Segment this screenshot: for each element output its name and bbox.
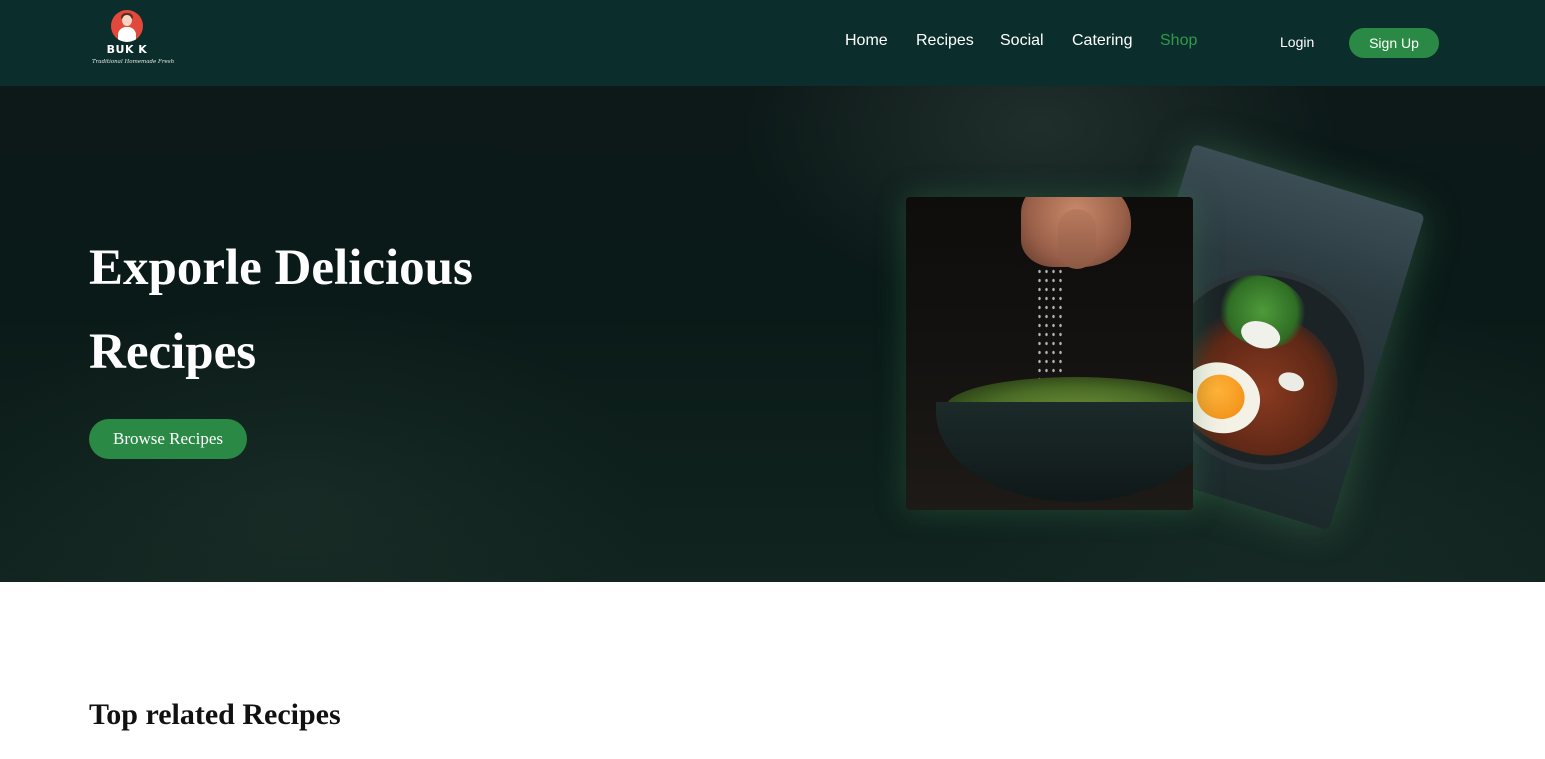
hero-title: Exporle Delicious Recipes [89,240,473,380]
logo-tagline: Traditional Homemade Fresh [92,59,175,65]
logo-name: BUK K [106,43,148,56]
nav-catering[interactable]: Catering [1072,32,1132,50]
nav-recipes[interactable]: Recipes [916,32,974,50]
signup-button[interactable]: Sign Up [1349,28,1439,58]
nav-shop[interactable]: Shop [1160,32,1197,50]
nav-home[interactable]: Home [845,32,888,50]
nav-social[interactable]: Social [1000,32,1044,50]
login-link[interactable]: Login [1280,34,1314,50]
navbar: BUK K Traditional Homemade Fresh Home Re… [0,0,1545,86]
browse-recipes-button[interactable]: Browse Recipes [89,419,247,459]
hero-section: Exporle Delicious Recipes Browse Recipes [0,86,1545,582]
brand-logo[interactable]: BUK K Traditional Homemade Fresh [92,10,175,70]
top-related-recipes-heading: Top related Recipes [89,698,341,731]
sprinkling-salt-on-edamame-photo [906,197,1193,510]
chef-avatar-icon [111,10,143,42]
